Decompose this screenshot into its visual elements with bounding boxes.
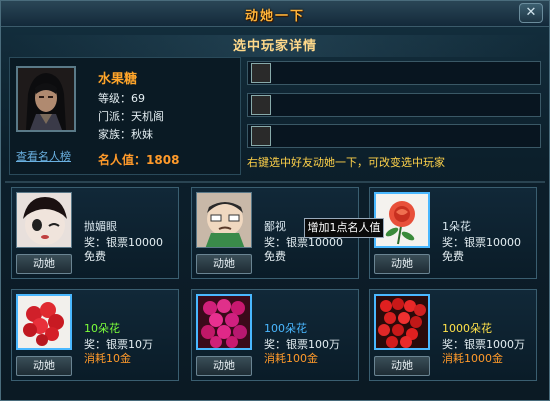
gift-cost: 消耗1000金: [442, 352, 503, 365]
gift-cost: 免费: [442, 250, 464, 263]
player-name: 水果糖: [98, 72, 138, 87]
scorn-face-icon: [196, 192, 252, 248]
tooltip: 增加1点名人值: [304, 218, 384, 238]
friend-avatar-icon: [251, 95, 271, 115]
level-value: 69: [131, 92, 145, 105]
gift-card-10-roses: 动她 10朵花 奖：银票10万 消耗10金: [11, 289, 179, 381]
friend-avatar-icon: [251, 63, 271, 83]
poke-button[interactable]: 动她: [196, 356, 252, 376]
gift-cost: 消耗10金: [84, 352, 131, 365]
rose-bouquet-icon: [196, 294, 252, 350]
wink-face-icon: [16, 192, 72, 248]
section-title: 选中玩家详情: [9, 35, 541, 57]
sect-row: 门派：天机阁: [98, 108, 164, 124]
rose-bouquet-icon: [374, 294, 430, 350]
gift-window: 动她一下 ✕ 选中玩家详情 查看名人榜 水果糖 等级：69 门派：天机阁 家族：…: [0, 0, 550, 401]
gift-card-100-roses: 动她 100朵花 奖：银票100万 消耗100金: [191, 289, 359, 381]
poke-button[interactable]: 动她: [374, 254, 430, 274]
family-value: 秋妹: [131, 128, 153, 141]
friend-slot[interactable]: [247, 61, 541, 85]
level-label: 等级：: [98, 92, 131, 105]
gift-name: 1000朵花: [442, 322, 492, 335]
sect-value: 天机阁: [131, 110, 164, 123]
gift-name: 100朵花: [264, 322, 307, 335]
family-label: 家族：: [98, 128, 131, 141]
fame-row: 名人值：1808: [98, 151, 179, 168]
hint-text: 右键选中好友动她一下，可改变选中玩家: [247, 156, 445, 169]
divider: [5, 181, 545, 183]
friend-avatar-icon: [251, 126, 271, 146]
player-avatar: [16, 66, 76, 132]
sect-label: 门派：: [98, 110, 131, 123]
level-row: 等级：69: [98, 90, 145, 106]
gift-name: 10朵花: [84, 322, 120, 335]
gift-cost: 消耗100金: [264, 352, 318, 365]
fame-value: 1808: [146, 153, 180, 167]
poke-button[interactable]: 动她: [16, 254, 72, 274]
friend-slot[interactable]: [247, 124, 541, 148]
gift-name: 鄙视: [264, 220, 286, 233]
gift-cost: 免费: [264, 250, 286, 263]
rose-bouquet-icon: [16, 294, 72, 350]
gift-name: 1朵花: [442, 220, 471, 233]
window-title: 动她一下: [244, 9, 305, 24]
friend-slot[interactable]: [247, 93, 541, 117]
family-row: 家族：秋妹: [98, 126, 153, 142]
poke-button[interactable]: 动她: [374, 356, 430, 376]
fame-ranking-link[interactable]: 查看名人榜: [16, 148, 71, 164]
poke-button[interactable]: 动她: [16, 356, 72, 376]
gift-cost: 免费: [84, 250, 106, 263]
gift-card-wink: 动她 抛媚眼 奖：银票10000 免费: [11, 187, 179, 279]
player-panel: 查看名人榜 水果糖 等级：69 门派：天机阁 家族：秋妹 名人值：1808: [9, 57, 241, 175]
close-icon: ✕: [525, 5, 537, 20]
close-button[interactable]: ✕: [519, 3, 543, 23]
fame-label: 名人值：: [98, 153, 147, 167]
gift-card-1000-roses: 动她 1000朵花 奖：银票1000万 消耗1000金: [369, 289, 537, 381]
poke-button[interactable]: 动她: [196, 254, 252, 274]
gift-card-single-rose: 动她 1朵花 奖：银票10000 免费: [369, 187, 537, 279]
gift-name: 抛媚眼: [84, 220, 117, 233]
title-bar: 动她一下 ✕: [1, 1, 549, 27]
